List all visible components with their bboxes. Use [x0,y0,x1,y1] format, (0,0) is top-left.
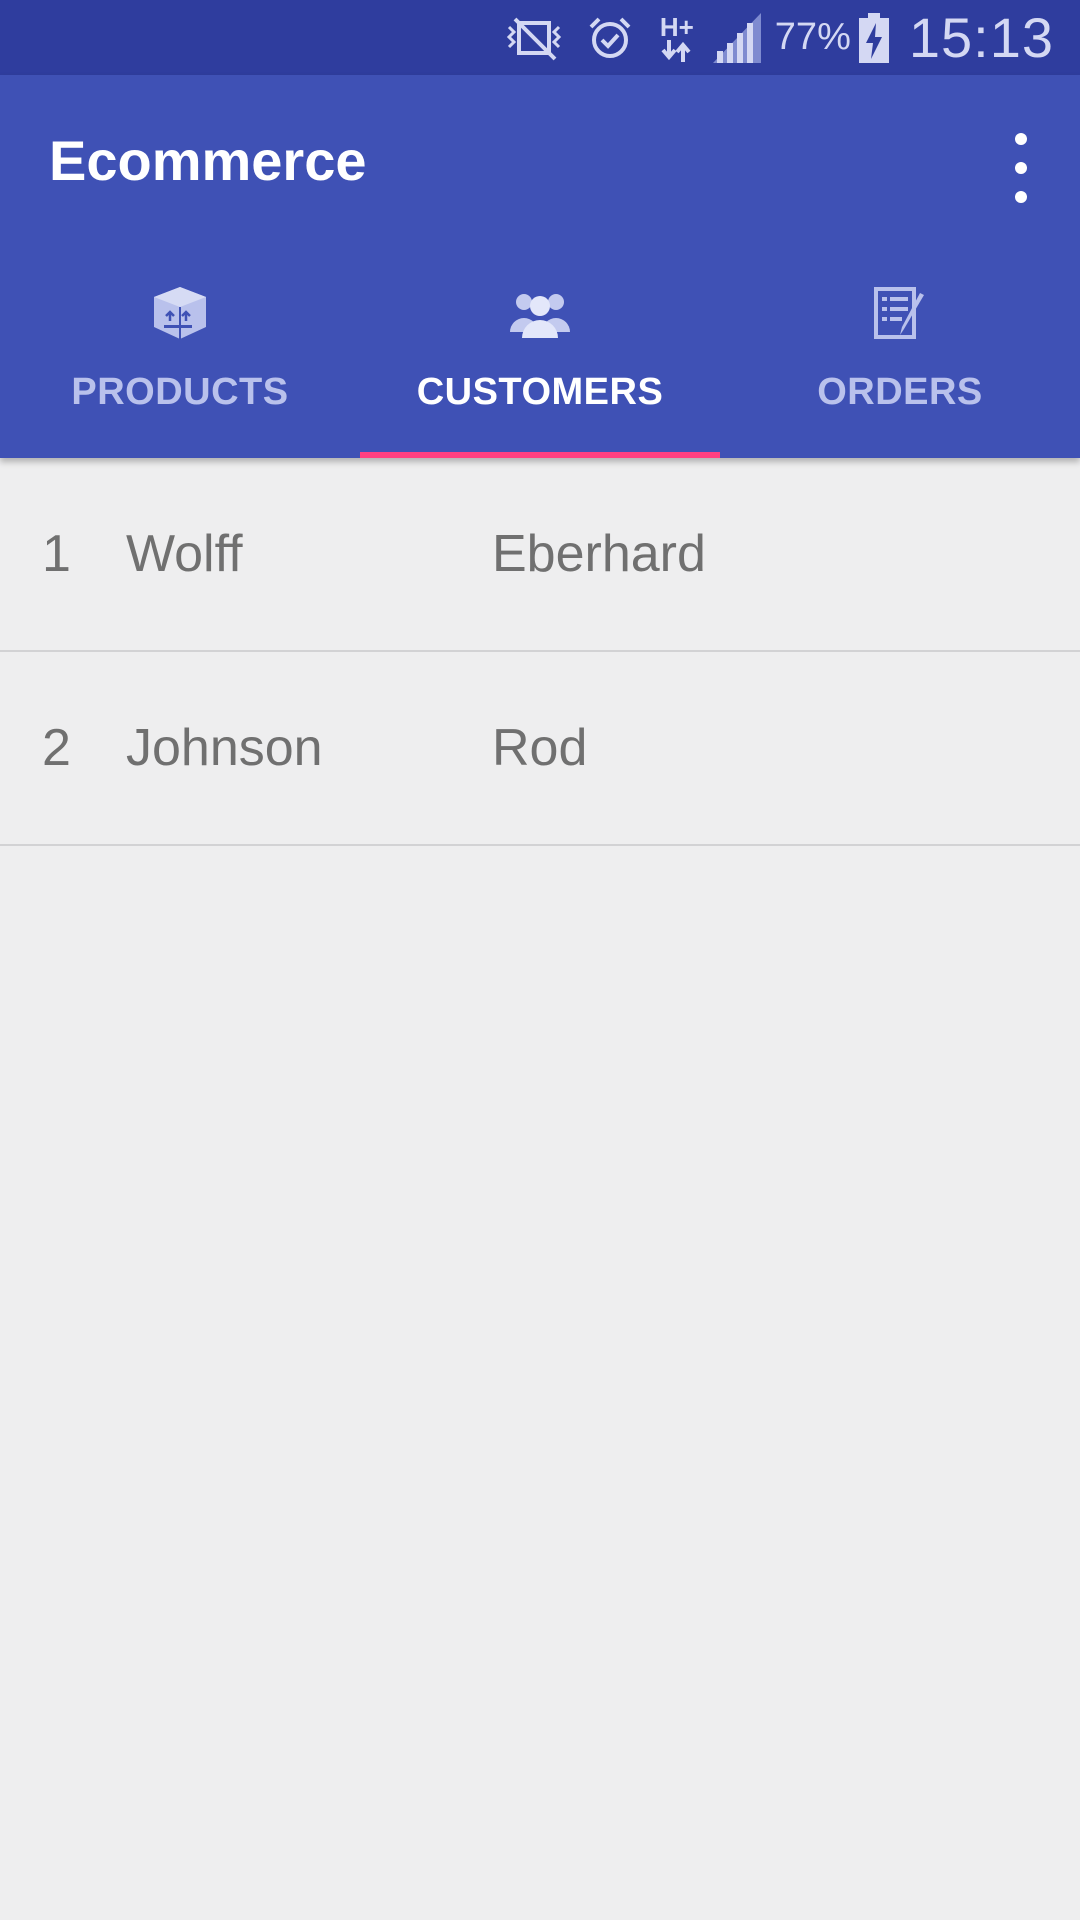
hplus-network-icon: H+ [659,14,695,62]
battery-percentage: 77% [774,16,851,58]
status-bar: H+ 77% 15:13 [0,0,1080,75]
battery-charging-icon [858,12,889,63]
app-bar: Ecommerce PRODUCTS CUSTOMERS ORDERS [0,75,1080,458]
order-list-icon [872,283,928,343]
customer-last-name: Johnson [126,719,323,777]
customer-last-name: Wolff [126,525,243,583]
tab-bar: PRODUCTS CUSTOMERS ORDERS [0,245,1080,458]
box-icon [150,283,210,343]
active-tab-indicator [360,452,720,458]
people-icon [510,283,570,343]
customer-list: 1 Wolff Eberhard 2 Johnson Rod [0,458,1080,846]
tab-orders[interactable]: ORDERS [720,245,1080,458]
toolbar: Ecommerce [0,75,1080,245]
alarm-icon [587,15,633,61]
tab-label: CUSTOMERS [416,371,664,413]
tab-label: PRODUCTS [71,371,289,413]
overflow-menu-button[interactable] [996,133,1046,203]
vibrate-mute-icon [499,15,569,61]
customer-first-name: Eberhard [492,525,706,583]
app-title: Ecommerce [49,128,367,192]
customer-id: 2 [42,719,71,777]
tab-customers[interactable]: CUSTOMERS [360,245,720,458]
list-item[interactable]: 2 Johnson Rod [0,652,1080,846]
customer-first-name: Rod [492,719,588,777]
tab-products[interactable]: PRODUCTS [0,245,360,458]
tab-label: ORDERS [817,371,983,413]
customer-id: 1 [42,525,71,583]
clock: 15:13 [908,6,1054,69]
list-item[interactable]: 1 Wolff Eberhard [0,458,1080,652]
overflow-dot [1015,191,1027,203]
signal-icon [712,12,761,63]
overflow-dot [1015,162,1027,174]
overflow-dot [1015,133,1027,145]
